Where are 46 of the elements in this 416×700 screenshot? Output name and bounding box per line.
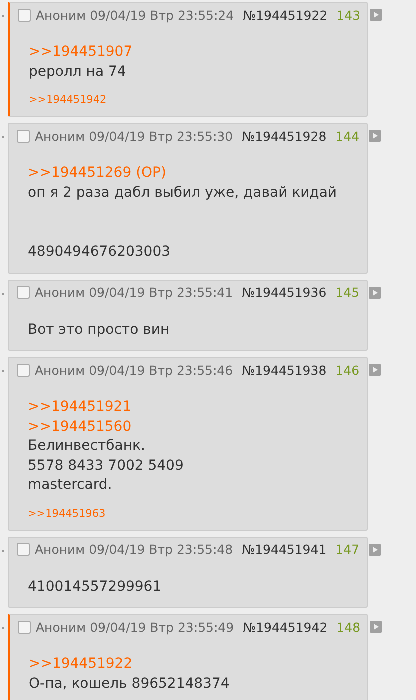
post-author-date: Аноним 09/04/19 Втр 23:55:48 xyxy=(35,542,234,557)
post-number[interactable]: №194451922 xyxy=(243,8,328,22)
post-text: 410014557299961 xyxy=(28,578,163,596)
play-icon[interactable] xyxy=(370,9,382,21)
checkbox[interactable] xyxy=(17,130,30,142)
post-index: 143 xyxy=(336,8,361,22)
post-number[interactable]: №194451938 xyxy=(242,362,327,378)
reply-link[interactable]: >>194451921 xyxy=(28,398,359,418)
post-index: 145 xyxy=(336,285,360,300)
play-icon[interactable] xyxy=(368,286,381,298)
post-text: реролл на 74 xyxy=(29,62,128,82)
post-author-date: Аноним 09/04/19 Втр 23:55:30 xyxy=(35,128,234,144)
play-icon[interactable] xyxy=(368,130,381,142)
post-text: О-па, кошель 89652148374 xyxy=(29,674,231,694)
post-author-date: Аноним 09/04/19 Втр 23:55:46 xyxy=(35,362,234,378)
reply-link[interactable]: >>194451269 (OP) xyxy=(28,164,359,184)
checkbox[interactable] xyxy=(17,364,30,376)
checkbox[interactable] xyxy=(17,286,30,299)
post-author-date: Аноним 09/04/19 Втр 23:55:41 xyxy=(35,285,234,300)
post-text: mastercard. xyxy=(28,476,114,495)
backlink[interactable]: >>194451942 xyxy=(29,94,107,106)
post-text: 4890494676203003 xyxy=(28,243,172,262)
checkbox[interactable] xyxy=(18,8,31,22)
post-index: 146 xyxy=(336,362,360,378)
post-index: 144 xyxy=(336,128,360,144)
checkbox[interactable] xyxy=(17,543,30,556)
checkbox[interactable] xyxy=(18,620,31,634)
post-text: оп я 2 раза дабл выбил уже, давай кидай xyxy=(28,184,338,202)
play-icon[interactable] xyxy=(368,544,381,556)
post-text: 5578 8433 7002 5409 xyxy=(28,456,185,476)
post-number[interactable]: №194451941 xyxy=(242,542,327,557)
post-number[interactable]: №194451942 xyxy=(243,620,328,634)
play-icon[interactable] xyxy=(368,364,381,376)
post-index: 148 xyxy=(336,620,361,634)
post-number[interactable]: №194451928 xyxy=(242,128,327,144)
reply-link[interactable]: >>194451560 xyxy=(28,418,359,437)
reply-link[interactable]: >>194451907 xyxy=(29,43,359,62)
post-index: 147 xyxy=(336,542,360,557)
post-number[interactable]: №194451936 xyxy=(242,285,327,300)
post-author-date: Аноним 09/04/19 Втр 23:55:49 xyxy=(36,620,234,634)
post-text: Вот это просто вин xyxy=(28,320,171,340)
post-text: Белинвестбанк. xyxy=(28,437,146,456)
play-icon[interactable] xyxy=(370,621,382,633)
reply-link[interactable]: >>194451922 xyxy=(29,655,359,674)
post-author-date: Аноним 09/04/19 Втр 23:55:24 xyxy=(36,8,234,22)
backlink[interactable]: >>194451963 xyxy=(28,508,106,520)
